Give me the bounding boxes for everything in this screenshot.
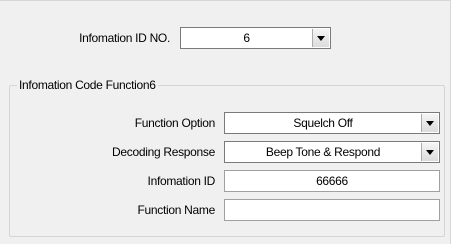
information-id-field[interactable]: 66666 (224, 170, 440, 192)
function-option-label: Function Option (134, 116, 216, 130)
function-option-select[interactable]: Squelch Off (224, 112, 440, 134)
window-top-edge (0, 0, 451, 1)
chevron-down-icon[interactable] (421, 143, 438, 161)
chevron-down-icon[interactable] (312, 29, 329, 47)
information-id-label: Infomation ID (147, 174, 216, 188)
chevron-down-icon[interactable] (421, 114, 438, 132)
group-title: Infomation Code Function6 (17, 76, 158, 94)
decoding-response-label: Decoding Response (112, 145, 215, 159)
info-id-no-label: Infomation ID NO. (79, 31, 170, 45)
info-id-no-value: 6 (243, 31, 250, 45)
function-name-label: Function Name (137, 203, 216, 217)
decoding-response-select[interactable]: Beep Tone & Respond (224, 141, 440, 163)
function-name-field[interactable] (224, 199, 440, 221)
function-option-value: Squelch Off (293, 116, 353, 130)
info-id-no-select[interactable]: 6 (180, 27, 331, 49)
decoding-response-value: Beep Tone & Respond (265, 145, 381, 159)
